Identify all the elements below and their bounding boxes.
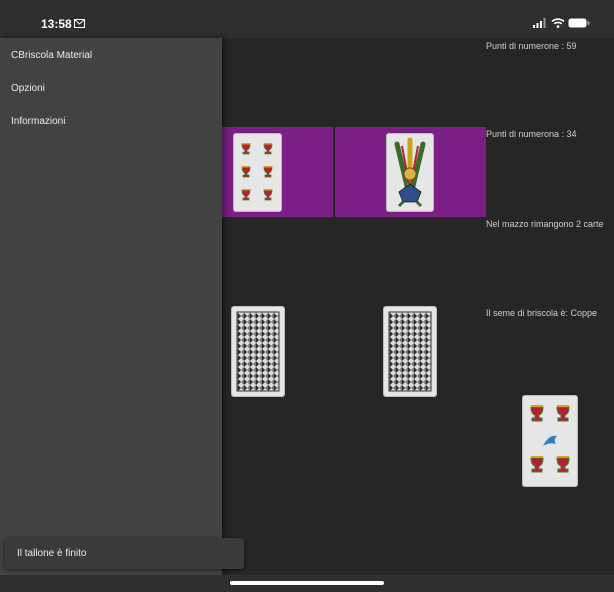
cup-suit-icon — [530, 404, 570, 473]
drawer-item-opzioni[interactable]: Opzioni — [11, 83, 45, 94]
mail-icon — [74, 19, 85, 28]
status-bar: 13:58 — [0, 0, 614, 38]
wifi-icon — [551, 18, 565, 28]
played-card-right — [387, 134, 433, 211]
home-indicator[interactable] — [230, 581, 384, 585]
battery-icon — [568, 18, 590, 28]
card-back-pattern-icon — [388, 311, 432, 392]
club-figure-icon — [394, 137, 426, 208]
points-numerone: Punti di numerone : 59 — [486, 41, 577, 51]
card-back-left — [232, 307, 284, 396]
snackbar: Il tallone è finito — [5, 538, 244, 569]
navigation-drawer: CBriscola Material Opzioni Informazioni — [0, 38, 222, 575]
card-back-pattern-icon — [236, 311, 280, 392]
drawer-item-cbriscola-material[interactable]: CBriscola Material — [11, 50, 92, 61]
cup-suit-icon — [241, 142, 273, 201]
deck-remaining: Nel mazzo rimangono 2 carte — [486, 219, 604, 229]
status-time: 13:58 — [41, 17, 72, 31]
briscola-card — [523, 396, 577, 486]
leaping-deer-icon — [543, 435, 557, 446]
snackbar-message: Il tallone è finito — [17, 548, 87, 559]
drawer-item-informazioni[interactable]: Informazioni — [11, 116, 65, 127]
points-numerona: Punti di numerona : 34 — [486, 129, 577, 139]
card-back-right — [384, 307, 436, 396]
played-card-left — [234, 134, 281, 211]
briscola-suit: Il seme di briscola è: Coppe — [486, 308, 598, 318]
signal-icon — [533, 18, 546, 28]
